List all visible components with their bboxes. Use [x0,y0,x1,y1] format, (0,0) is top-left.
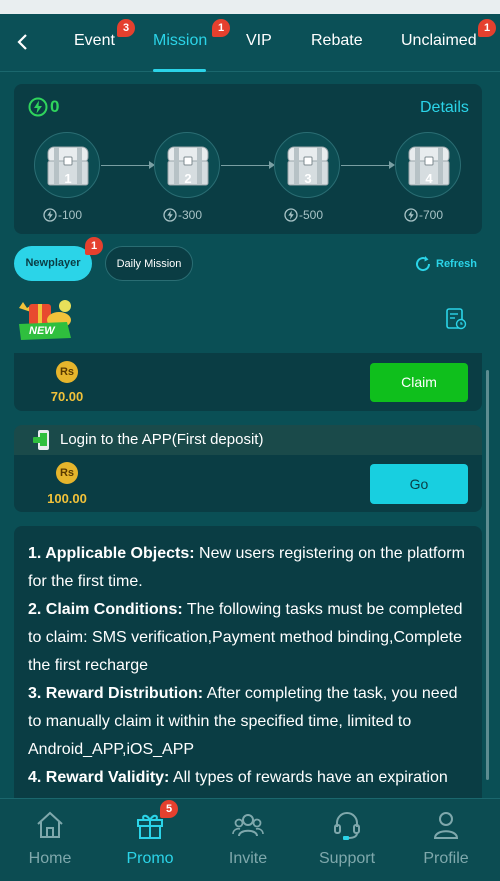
chest-3[interactable]: 3 [274,132,340,198]
bottom-nav: Home 5 Promo Invite Support Profile [0,798,500,881]
unclaimed-badge: 1 [478,19,496,37]
chest-4[interactable]: 4 [395,132,461,198]
energy-balance: 0 [28,97,59,117]
rupee-coin-icon: Rs [56,361,78,383]
nav-label: Home [28,850,72,867]
details-link[interactable]: Details [420,99,469,117]
task-reward-amount: 100.00 [47,491,87,506]
refresh-label: Refresh [436,258,477,270]
task-card-2-header: Login to the APP(First deposit) [14,425,482,455]
chevron-left-icon [17,34,27,50]
newplayer-badge: 1 [85,237,103,255]
chest-cost-4: -700 [404,208,443,222]
rule-heading: 1. Applicable Objects: [28,545,195,562]
tab-mission[interactable]: Mission [153,32,207,50]
document-clock-icon [446,308,467,330]
rule-heading: 4. Reward Validity: [28,769,170,786]
support-icon [334,812,360,840]
rule-heading: 3. Reward Distribution: [28,685,204,702]
chest-number: 4 [425,171,433,186]
nav-label: Invite [228,850,268,867]
rule-heading: 2. Claim Conditions: [28,601,183,618]
scrollbar[interactable] [486,370,489,780]
chest-connector [221,161,275,169]
rule-item: 1. Applicable Objects: New users registe… [28,540,468,596]
tab-vip[interactable]: VIP [246,32,272,50]
home-icon [37,811,63,838]
chest-cost-1: -100 [43,208,82,222]
chest-cost-value: -500 [299,208,324,222]
go-button[interactable]: Go [370,464,468,504]
profile-icon [433,812,459,839]
newplayer-filter-button[interactable]: Newplayer [14,246,92,281]
nav-label: Support [318,850,376,867]
nav-label: Profile [423,850,469,867]
chest-cost-2: -300 [163,208,202,222]
top-tab-bar: Event 3 Mission 1 VIP Rebate Unclaimed 1 [0,14,500,72]
task-title: Login to the APP(First deposit) [60,431,264,448]
rupee-coin-icon: Rs [56,462,78,484]
chest-number: 3 [304,171,312,186]
refresh-button[interactable]: Refresh [413,254,477,274]
chest-cost-value: -300 [178,208,203,222]
daily-mission-filter-button[interactable]: Daily Mission [105,246,193,281]
nav-label: Promo [126,850,174,867]
mission-badge: 1 [212,19,230,37]
tab-rebate[interactable]: Rebate [311,32,363,50]
mission-rules: 1. Applicable Objects: New users registe… [14,526,482,826]
claim-button[interactable]: Claim [370,363,468,402]
chest-number: 1 [64,171,72,186]
task-card-2: Rs 100.00 Go [14,455,482,512]
event-badge: 3 [117,19,135,37]
chest-cost-3: -500 [284,208,323,222]
lightning-icon [163,208,177,222]
nav-promo[interactable]: 5 Promo [100,799,200,881]
invite-icon [232,814,264,837]
lightning-icon [28,97,48,117]
lightning-icon [404,208,418,222]
tab-event[interactable]: Event [74,32,115,50]
back-button[interactable] [14,30,34,54]
nav-profile[interactable]: Profile [396,799,496,881]
chest-1[interactable]: 1 [34,132,100,198]
rule-item: 2. Claim Conditions: The following tasks… [28,596,468,680]
lightning-icon [284,208,298,222]
chest-cost-value: -100 [58,208,83,222]
status-strip [0,0,500,14]
task-reward-amount: 70.00 [50,389,84,404]
chest-number: 2 [184,171,192,186]
refresh-icon [416,256,431,272]
nav-invite[interactable]: Invite [198,799,298,881]
tab-unclaimed[interactable]: Unclaimed [401,32,477,50]
rule-item: 3. Reward Distribution: After completing… [28,680,468,764]
nav-home[interactable]: Home [0,799,100,881]
new-label: NEW [29,325,55,337]
new-reward-graphic: NEW [15,294,77,344]
chest-2[interactable]: 2 [154,132,220,198]
chest-cost-value: -700 [419,208,444,222]
chest-connector [101,161,155,169]
active-tab-indicator [153,69,206,72]
chest-connector [341,161,395,169]
task-history-button[interactable] [444,307,468,336]
nav-support[interactable]: Support [297,799,397,881]
lightning-icon [43,208,57,222]
promo-badge: 5 [160,800,178,818]
phone-app-icon [33,430,49,450]
task-card-1: Rs 70.00 Claim [14,353,482,411]
energy-value: 0 [50,97,60,116]
